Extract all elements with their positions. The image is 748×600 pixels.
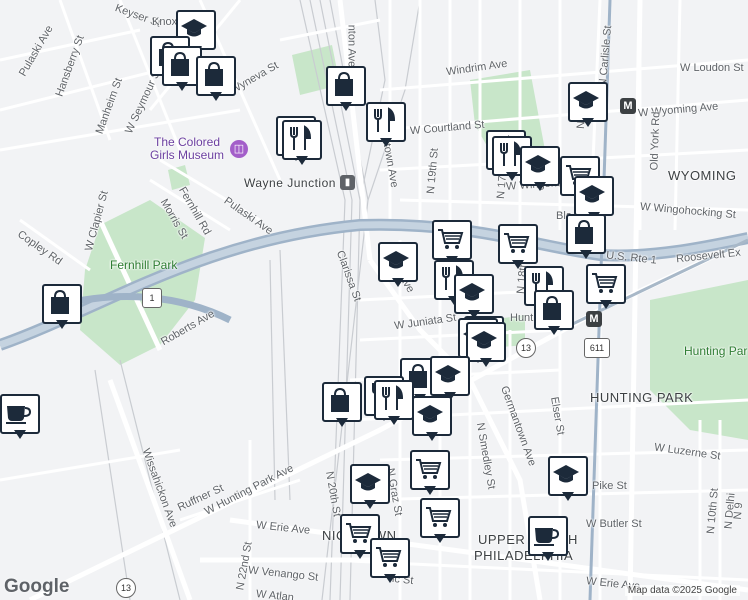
butler-st-label: W Butler St bbox=[586, 518, 642, 530]
n-9th-label: N 9 bbox=[731, 501, 746, 521]
school-icon bbox=[572, 86, 600, 114]
wayne-junction-label[interactable]: Wayne Junction bbox=[244, 176, 336, 190]
route-13-shield-a: 13 bbox=[516, 338, 536, 358]
shopping-icon bbox=[330, 70, 358, 98]
restaurant-marker[interactable] bbox=[366, 102, 406, 152]
cafe-marker[interactable] bbox=[0, 394, 40, 444]
train-station-icon: ▮ bbox=[340, 175, 355, 190]
loudon-st-label: W Loudon St bbox=[680, 62, 744, 74]
grocery-marker[interactable] bbox=[410, 450, 450, 500]
old-york-rd-label: Old York Rd bbox=[648, 111, 663, 171]
school-icon bbox=[470, 326, 498, 354]
school-marker[interactable] bbox=[568, 82, 608, 132]
school-icon bbox=[458, 278, 486, 306]
grocery-icon bbox=[590, 268, 618, 296]
museum-icon: ◫ bbox=[230, 140, 248, 158]
wyoming-neighborhood-label: WYOMING bbox=[668, 168, 737, 183]
shopping-marker[interactable] bbox=[42, 284, 82, 334]
school-icon bbox=[552, 460, 580, 488]
cafe-icon bbox=[532, 520, 560, 548]
shopping-icon bbox=[166, 50, 194, 78]
shopping-marker[interactable] bbox=[196, 56, 236, 106]
google-logo: Google bbox=[4, 576, 70, 597]
cafe-icon bbox=[4, 398, 32, 426]
map-data-credit[interactable]: Map data ©2025 Google bbox=[624, 585, 740, 596]
school-marker[interactable] bbox=[520, 146, 560, 196]
shopping-icon bbox=[538, 294, 566, 322]
metro-station-icon-wyoming[interactable]: M bbox=[620, 98, 636, 114]
school-marker[interactable] bbox=[350, 464, 390, 514]
route-611-shield: 611 bbox=[584, 338, 610, 358]
grocery-marker[interactable] bbox=[370, 538, 410, 588]
school-icon bbox=[434, 360, 462, 388]
hunting-park-neighborhood-label: HUNTING PARK bbox=[590, 390, 694, 405]
fernhill-park-label[interactable]: Fernhill Park bbox=[110, 258, 177, 272]
germantown-ave-top-label: nton Ave bbox=[345, 24, 358, 68]
grocery-icon bbox=[502, 228, 530, 256]
shopping-marker[interactable] bbox=[326, 66, 366, 116]
hunting-park-park-label[interactable]: Hunting Par bbox=[684, 344, 747, 358]
map-canvas[interactable]: Keyser St Knox Pulaski Ave Hansberry St … bbox=[0, 0, 748, 600]
grocery-marker[interactable] bbox=[420, 498, 460, 548]
school-icon bbox=[354, 468, 382, 496]
school-marker[interactable] bbox=[466, 322, 506, 372]
grocery-marker[interactable] bbox=[586, 264, 626, 314]
shopping-marker[interactable] bbox=[566, 214, 606, 264]
grocery-icon bbox=[344, 518, 372, 546]
cafe-marker[interactable] bbox=[528, 516, 568, 566]
school-icon bbox=[382, 246, 410, 274]
grocery-icon bbox=[414, 454, 442, 482]
school-icon bbox=[524, 150, 552, 178]
colored-girls-museum-label[interactable]: The Colored Girls Museum bbox=[150, 136, 224, 162]
shopping-icon bbox=[326, 386, 354, 414]
grocery-icon bbox=[374, 542, 402, 570]
restaurant-marker[interactable] bbox=[282, 120, 322, 170]
shopping-icon bbox=[200, 60, 228, 88]
shopping-icon bbox=[570, 218, 598, 246]
school-marker[interactable] bbox=[378, 242, 418, 292]
restaurant-icon bbox=[370, 106, 398, 134]
shopping-marker[interactable] bbox=[534, 290, 574, 340]
knox-label: Knox bbox=[152, 16, 178, 28]
school-icon bbox=[578, 180, 606, 208]
restaurant-marker[interactable] bbox=[374, 380, 414, 430]
school-marker[interactable] bbox=[412, 396, 452, 446]
restaurant-icon bbox=[286, 124, 314, 152]
shopping-marker[interactable] bbox=[322, 382, 362, 432]
restaurant-icon bbox=[378, 384, 406, 412]
grocery-icon bbox=[424, 502, 452, 530]
school-marker[interactable] bbox=[548, 456, 588, 506]
us-1-shield: 1 bbox=[142, 288, 162, 308]
school-icon bbox=[416, 400, 444, 428]
shopping-icon bbox=[46, 288, 74, 316]
route-13-shield-b: 13 bbox=[116, 578, 136, 598]
grocery-icon bbox=[436, 224, 464, 252]
pike-st-label: Pike St bbox=[592, 480, 627, 492]
